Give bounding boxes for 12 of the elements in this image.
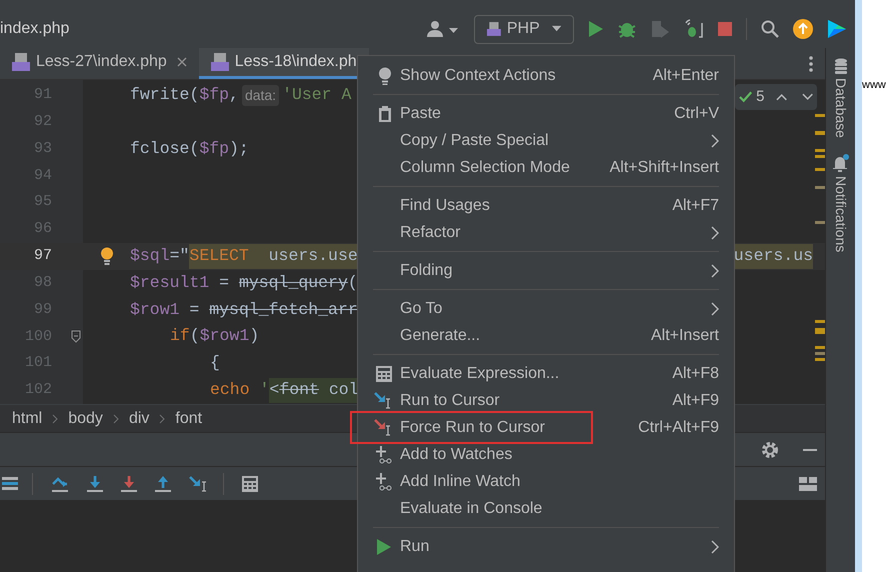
inspection-count: 5 [756,86,764,107]
line-number: 97 [32,246,52,266]
code-line: if($row1) [170,325,260,348]
code-line: fclose($fp); [130,138,249,160]
code-line: $result1 = mysql_query( [130,272,358,294]
code-line: echo '<font col [210,378,359,403]
code-line: $row1 = mysql_fetch_arr [130,298,358,321]
code-line: $sql="SELECT users.use [130,244,358,269]
page-text: www [862,80,887,91]
code-line: { [210,352,220,374]
code-line: fwrite($fp, data: 'User A [130,84,352,108]
file-title: index.php [0,19,70,39]
